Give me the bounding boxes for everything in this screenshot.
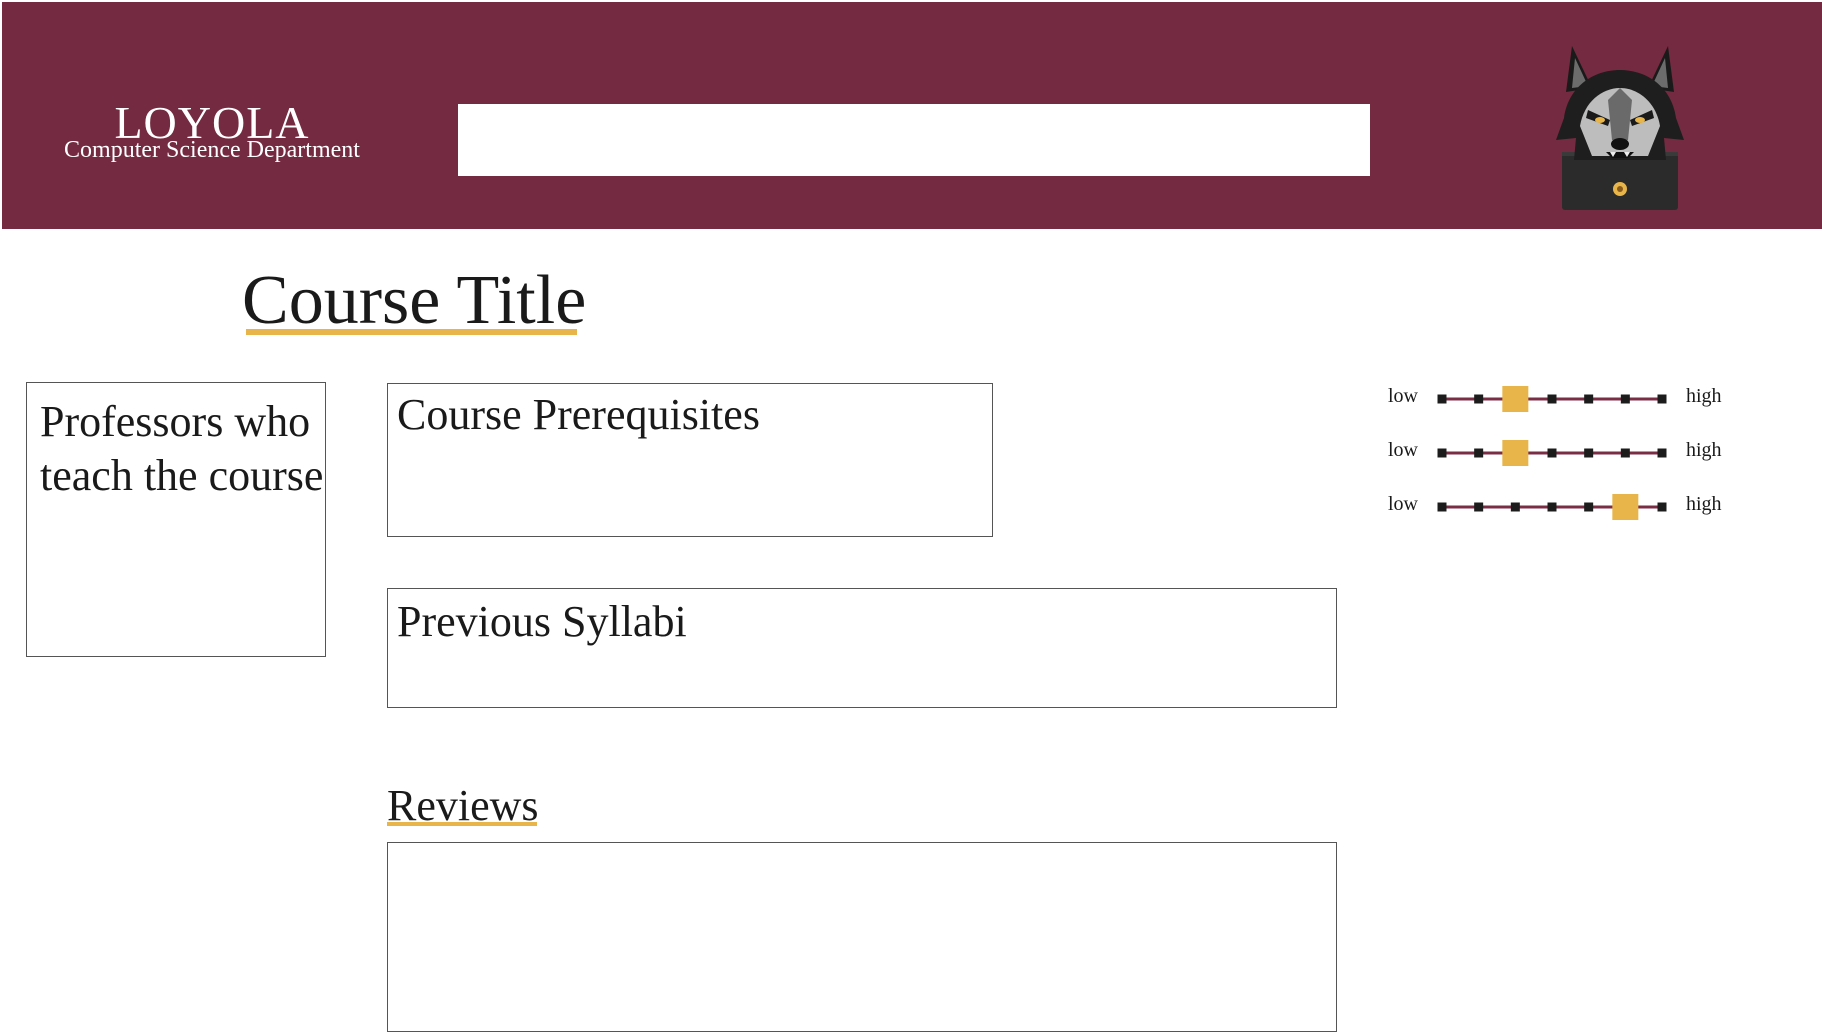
slider-step-marker (1474, 448, 1484, 458)
slider-step-marker (1584, 448, 1594, 458)
rating-slider-row: low high (1380, 488, 1740, 528)
rating-sliders: low high low high low high (1380, 380, 1740, 540)
professors-panel[interactable]: Professors who teach the course (26, 382, 326, 657)
reviews-panel[interactable] (387, 842, 1337, 1032)
slider-step-marker (1547, 394, 1557, 404)
slider-low-label: low (1388, 493, 1418, 515)
search-input[interactable] (458, 104, 1370, 176)
slider-step-marker (1474, 394, 1484, 404)
slider-step-marker (1547, 502, 1557, 512)
slider-step-marker (1657, 502, 1667, 512)
reviews-underline (387, 822, 537, 826)
slider-step-marker (1620, 394, 1630, 404)
rating-slider[interactable] (1432, 438, 1672, 468)
slider-step-marker (1584, 502, 1594, 512)
department-logo[interactable]: LOYOLA Computer Science Department (52, 100, 372, 163)
slider-high-label: high (1686, 493, 1722, 515)
slider-step-marker (1437, 394, 1447, 404)
slider-step-marker (1584, 394, 1594, 404)
slider-step-marker (1620, 448, 1630, 458)
wolf-mascot-icon (1556, 46, 1684, 210)
rating-slider-row: low high (1380, 380, 1740, 420)
slider-high-label: high (1686, 385, 1722, 407)
slider-step-marker (1510, 502, 1520, 512)
slider-step-marker (1657, 448, 1667, 458)
site-header: LOYOLA Computer Science Department (2, 2, 1822, 229)
slider-low-label: low (1388, 385, 1418, 407)
syllabi-label: Previous Syllabi (397, 597, 687, 646)
slider-high-label: high (1686, 439, 1722, 461)
prerequisites-label: Course Prerequisites (397, 390, 760, 439)
title-underline (246, 329, 577, 335)
rating-slider-row: low high (1380, 434, 1740, 474)
slider-thumb[interactable] (1612, 494, 1639, 520)
slider-step-marker (1437, 502, 1447, 512)
slider-step-marker (1657, 394, 1667, 404)
rating-slider[interactable] (1432, 492, 1672, 522)
slider-thumb[interactable] (1502, 440, 1529, 466)
professors-label: Professors who teach the course (40, 397, 324, 500)
slider-step-marker (1474, 502, 1484, 512)
prerequisites-panel[interactable]: Course Prerequisites (387, 383, 993, 537)
slider-step-marker (1437, 448, 1447, 458)
slider-thumb[interactable] (1502, 386, 1529, 412)
brand-subtitle: Computer Science Department (64, 137, 360, 163)
slider-step-marker (1547, 448, 1557, 458)
slider-low-label: low (1388, 439, 1418, 461)
syllabi-panel[interactable]: Previous Syllabi (387, 588, 1337, 708)
rating-slider[interactable] (1432, 384, 1672, 414)
